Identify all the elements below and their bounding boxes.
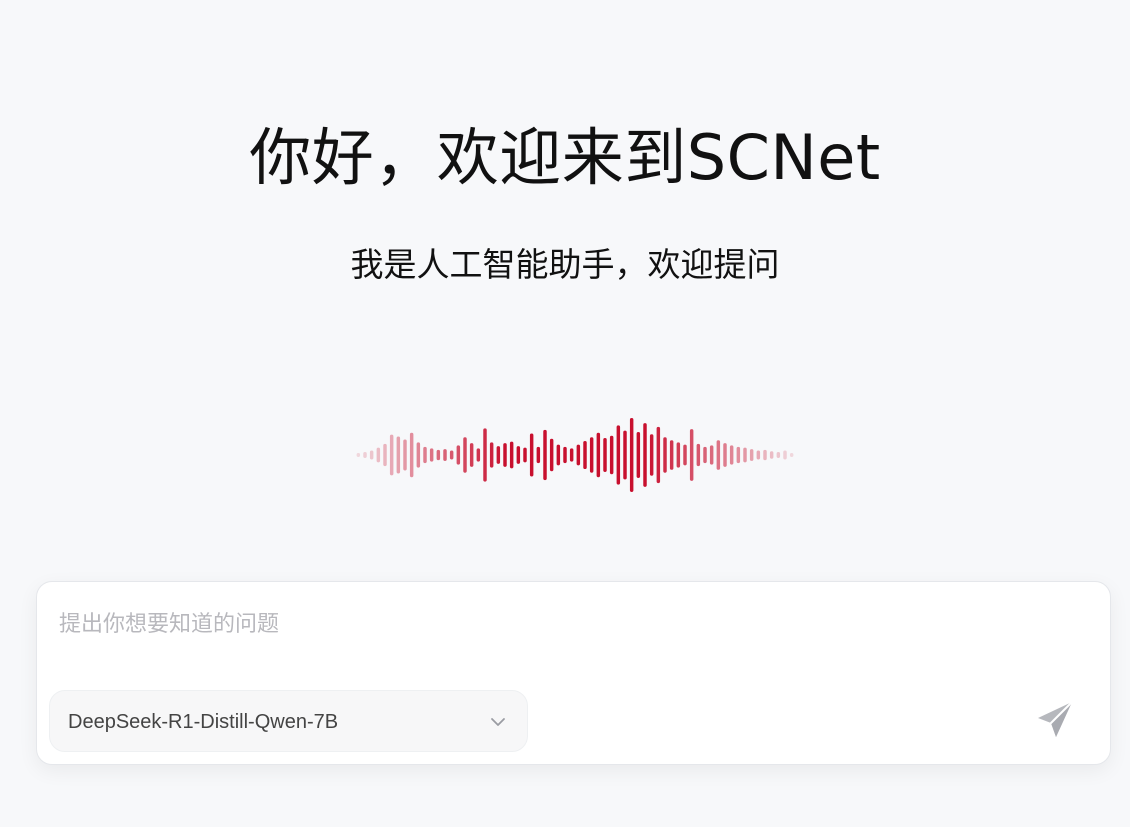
waveform-bar bbox=[636, 432, 641, 478]
model-select-label: DeepSeek-R1-Distill-Qwen-7B bbox=[68, 711, 339, 733]
welcome-page: 你好，欢迎来到SCNet 我是人工智能助手，欢迎提问 DeepSeek-R1-D… bbox=[0, 0, 1130, 827]
chevron-down-icon bbox=[491, 718, 505, 726]
waveform-bar bbox=[469, 443, 474, 467]
waveform-bar bbox=[649, 434, 654, 476]
waveform-bar bbox=[549, 438, 554, 472]
waveform-bar bbox=[716, 440, 721, 470]
waveform-bar bbox=[783, 450, 787, 460]
question-input[interactable] bbox=[59, 604, 959, 644]
waveform-bar bbox=[356, 453, 361, 457]
waveform-bar bbox=[503, 443, 507, 467]
waveform-bar bbox=[443, 449, 447, 461]
waveform-bar bbox=[496, 446, 501, 464]
waveform-bar bbox=[583, 440, 587, 470]
waveform-bar bbox=[623, 430, 627, 480]
waveform-bar bbox=[656, 426, 661, 484]
waveform-bar bbox=[516, 446, 521, 464]
waveform-bar bbox=[409, 432, 414, 478]
waveform-bar bbox=[743, 447, 747, 463]
waveform-bar bbox=[476, 448, 481, 462]
waveform-bar bbox=[789, 453, 794, 457]
waveform-bar bbox=[456, 445, 461, 465]
waveform-bar bbox=[756, 450, 761, 460]
waveform-bar bbox=[696, 443, 701, 467]
paper-plane-icon bbox=[1038, 701, 1073, 737]
waveform-bar bbox=[769, 451, 774, 459]
waveform-bar bbox=[569, 448, 574, 462]
waveform-bar bbox=[663, 437, 667, 473]
waveform-bar bbox=[589, 437, 594, 473]
waveform-bar bbox=[749, 449, 754, 461]
waveform-bar bbox=[616, 425, 621, 485]
waveform-bar bbox=[763, 449, 767, 461]
waveform-bar bbox=[389, 434, 394, 476]
waveform-bar bbox=[736, 446, 741, 464]
waveform-bar bbox=[396, 436, 401, 474]
waveform-bar bbox=[723, 443, 727, 467]
waveform-bar bbox=[449, 450, 454, 460]
waveform-bar bbox=[543, 429, 547, 481]
welcome-title: 你好，欢迎来到SCNet bbox=[249, 121, 881, 194]
waveform-bar bbox=[436, 449, 441, 461]
waveform-bar bbox=[709, 445, 714, 465]
waveform-bar bbox=[529, 433, 534, 477]
waveform-bar bbox=[563, 446, 567, 464]
waveform-bar bbox=[509, 441, 514, 469]
chat-composer: DeepSeek-R1-Distill-Qwen-7B bbox=[36, 581, 1111, 765]
waveform-bar bbox=[776, 452, 781, 458]
waveform-bar bbox=[536, 446, 541, 464]
audio-waveform-icon bbox=[356, 418, 794, 492]
waveform-bar bbox=[369, 450, 374, 460]
waveform-bar bbox=[603, 437, 607, 473]
waveform-bar bbox=[609, 435, 614, 475]
waveform-bar bbox=[423, 446, 427, 464]
waveform-bar bbox=[403, 439, 407, 471]
waveform-bar bbox=[523, 447, 527, 463]
waveform-bar bbox=[629, 418, 634, 492]
waveform-bar bbox=[463, 437, 467, 473]
send-button[interactable] bbox=[1032, 696, 1080, 744]
waveform-bar bbox=[676, 442, 681, 468]
welcome-subtitle: 我是人工智能助手，欢迎提问 bbox=[350, 245, 780, 284]
waveform-bar bbox=[683, 444, 687, 466]
waveform-bar bbox=[596, 432, 601, 478]
waveform-bar bbox=[703, 446, 707, 464]
waveform-bar bbox=[669, 440, 674, 470]
waveform-bar bbox=[729, 445, 734, 465]
waveform-bar bbox=[689, 429, 694, 481]
waveform-bar bbox=[576, 444, 581, 466]
model-select[interactable]: DeepSeek-R1-Distill-Qwen-7B bbox=[49, 690, 528, 752]
waveform-bar bbox=[383, 443, 387, 467]
waveform-bar bbox=[489, 442, 494, 468]
waveform-bar bbox=[483, 428, 487, 482]
waveform-bar bbox=[416, 442, 421, 468]
waveform-bar bbox=[556, 444, 561, 466]
waveform-bar bbox=[363, 452, 367, 458]
waveform-bar bbox=[376, 447, 381, 463]
waveform-bar bbox=[643, 423, 647, 487]
waveform-bar bbox=[429, 448, 434, 462]
